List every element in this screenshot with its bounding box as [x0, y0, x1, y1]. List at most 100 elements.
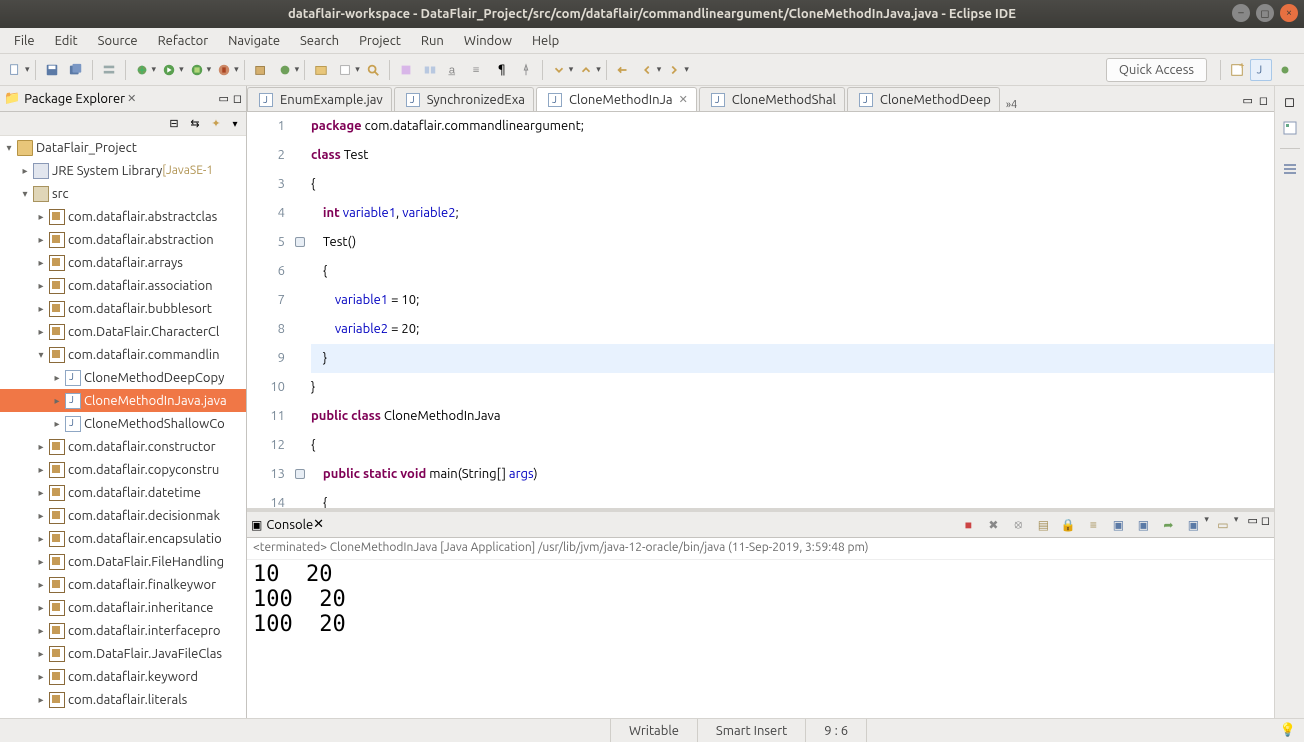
pin-console-button[interactable]: ➦	[1157, 514, 1179, 536]
java-perspective-button[interactable]: J	[1250, 59, 1272, 81]
tree-item[interactable]: com.dataflair.decisionmak	[0, 504, 246, 527]
remove-launch-button[interactable]: ✖	[982, 514, 1004, 536]
new-console-button[interactable]: ▭	[1212, 514, 1234, 536]
project-tree[interactable]: DataFlair_ProjectJRE System Library [Jav…	[0, 136, 246, 718]
menu-source[interactable]: Source	[90, 32, 146, 50]
editor-tabs-overflow[interactable]: »4	[1006, 99, 1017, 111]
menu-file[interactable]: File	[6, 32, 43, 50]
new-package-button[interactable]	[250, 59, 272, 81]
tree-item[interactable]: com.dataflair.association	[0, 274, 246, 297]
tree-item[interactable]: DataFlair_Project	[0, 136, 246, 159]
maximize-button[interactable]: ◻	[1256, 4, 1274, 22]
word-wrap-button[interactable]: ≡	[467, 59, 489, 81]
show-console-button[interactable]: ▣	[1107, 514, 1129, 536]
view-menu-button[interactable]: ▾	[228, 115, 242, 133]
menu-search[interactable]: Search	[292, 32, 347, 50]
collapse-all-button[interactable]: ⊟	[165, 115, 183, 133]
tree-item[interactable]: com.dataflair.copyconstru	[0, 458, 246, 481]
menu-edit[interactable]: Edit	[47, 32, 86, 50]
menu-refactor[interactable]: Refactor	[150, 32, 217, 50]
menu-navigate[interactable]: Navigate	[220, 32, 288, 50]
new-button[interactable]	[4, 59, 26, 81]
terminate-button[interactable]: ■	[957, 514, 979, 536]
display-selected-button[interactable]: ▣	[1132, 514, 1154, 536]
console-minimize-icon[interactable]: ▭	[1247, 514, 1257, 536]
open-console-button[interactable]: ▣	[1182, 514, 1204, 536]
back-button[interactable]	[636, 59, 658, 81]
tip-icon[interactable]: 💡	[1280, 723, 1296, 738]
tree-item[interactable]: com.dataflair.interfacepro	[0, 619, 246, 642]
close-button[interactable]: ×	[1280, 4, 1298, 22]
tree-item[interactable]: JRE System Library [JavaSE-1	[0, 159, 246, 182]
debug-button[interactable]	[131, 59, 153, 81]
save-button[interactable]	[41, 59, 63, 81]
view-maximize-icon[interactable]: ◻	[233, 92, 242, 105]
code-editor[interactable]: 1234567891011121314 package com.dataflai…	[247, 112, 1274, 508]
tree-item[interactable]: com.dataflair.literals	[0, 688, 246, 711]
editor-tab[interactable]: CloneMethodInJa✕	[536, 87, 697, 111]
editor-minimize-icon[interactable]: ▭	[1242, 94, 1252, 107]
run-button[interactable]	[158, 59, 180, 81]
toggle-block-button[interactable]	[419, 59, 441, 81]
pin-button[interactable]	[515, 59, 537, 81]
toggle-mark-button[interactable]	[395, 59, 417, 81]
menu-window[interactable]: Window	[456, 32, 520, 50]
editor-tab[interactable]: CloneMethodShal	[699, 87, 845, 111]
tree-item[interactable]: CloneMethodDeepCopy	[0, 366, 246, 389]
next-annotation-button[interactable]	[548, 59, 570, 81]
open-type-button[interactable]	[310, 59, 332, 81]
save-all-button[interactable]	[65, 59, 87, 81]
toggle-breadcrumb-button[interactable]	[98, 59, 120, 81]
task-list-icon[interactable]	[1280, 159, 1300, 179]
tree-item[interactable]: com.dataflair.keyword	[0, 665, 246, 688]
open-task-button[interactable]	[334, 59, 356, 81]
restore-icon[interactable]: ◻	[1280, 92, 1300, 112]
console-maximize-icon[interactable]: ◻	[1261, 514, 1270, 536]
console-close-icon[interactable]: ✕	[313, 517, 324, 532]
open-perspective-button[interactable]: +	[1226, 59, 1248, 81]
editor-maximize-icon[interactable]: ◻	[1259, 94, 1268, 107]
quick-access-input[interactable]: Quick Access	[1106, 58, 1207, 82]
pilcrow-button[interactable]: ¶	[491, 59, 513, 81]
coverage-button[interactable]	[186, 59, 208, 81]
tree-item[interactable]: CloneMethodShallowCo	[0, 412, 246, 435]
editor-tab[interactable]: EnumExample.jav	[247, 87, 392, 111]
view-minimize-icon[interactable]: ▭	[218, 92, 228, 105]
last-edit-button[interactable]	[612, 59, 634, 81]
editor-tab[interactable]: SynchronizedExa	[394, 87, 534, 111]
tree-item[interactable]: com.DataFlair.JavaFileClas	[0, 642, 246, 665]
tree-item[interactable]: CloneMethodInJava.java	[0, 389, 246, 412]
clear-console-button[interactable]: ▤	[1032, 514, 1054, 536]
external-tools-button[interactable]	[213, 59, 235, 81]
tree-item[interactable]: src	[0, 182, 246, 205]
editor-tab[interactable]: CloneMethodDeep	[847, 87, 1000, 111]
console-output[interactable]: 10 20 100 20 100 20	[247, 560, 1274, 718]
tree-item[interactable]: com.dataflair.encapsulatio	[0, 527, 246, 550]
tree-item[interactable]: com.dataflair.constructor	[0, 435, 246, 458]
tree-item[interactable]: com.DataFlair.FileHandling	[0, 550, 246, 573]
search-button[interactable]	[362, 59, 384, 81]
menu-run[interactable]: Run	[413, 32, 452, 50]
tree-item[interactable]: com.dataflair.arrays	[0, 251, 246, 274]
outline-icon[interactable]	[1280, 118, 1300, 138]
debug-perspective-button[interactable]	[1274, 59, 1296, 81]
tree-item[interactable]: com.dataflair.finalkeywor	[0, 573, 246, 596]
new-class-button[interactable]	[274, 59, 296, 81]
tree-item[interactable]: com.dataflair.bubblesort	[0, 297, 246, 320]
minimize-button[interactable]: –	[1232, 4, 1250, 22]
menu-project[interactable]: Project	[351, 32, 409, 50]
link-editor-button[interactable]: ⇆	[186, 115, 204, 133]
tree-item[interactable]: com.dataflair.abstractclas	[0, 205, 246, 228]
scroll-lock-button[interactable]: 🔒	[1057, 514, 1079, 536]
word-wrap-console-button[interactable]: ≡	[1082, 514, 1104, 536]
tree-item[interactable]: com.dataflair.datetime	[0, 481, 246, 504]
remove-all-button[interactable]: ⦻	[1007, 514, 1029, 536]
view-close-icon[interactable]: ✕	[127, 92, 136, 105]
menu-help[interactable]: Help	[524, 32, 567, 50]
tree-item[interactable]: com.dataflair.abstraction	[0, 228, 246, 251]
tree-item[interactable]: com.dataflair.commandlin	[0, 343, 246, 366]
show-whitespace-button[interactable]: a̲	[443, 59, 465, 81]
prev-annotation-button[interactable]	[575, 59, 597, 81]
forward-button[interactable]	[663, 59, 685, 81]
tree-item[interactable]: com.DataFlair.CharacterCl	[0, 320, 246, 343]
